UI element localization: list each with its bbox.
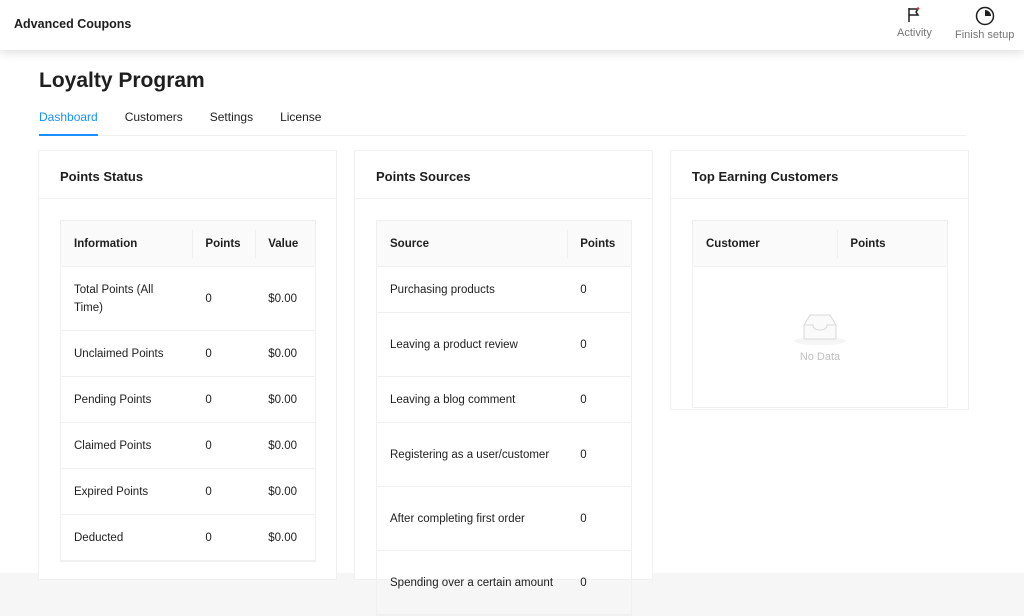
table-cell: 0 [580,338,587,351]
table-row: Expired Points 0 $0.00 [61,469,315,515]
empty-text: No Data [799,351,841,363]
top-customers-table: Customer Points No Data [692,220,948,408]
table-cell: 0 [580,393,587,406]
column-header: Source [390,237,429,250]
table-row: Leaving a blog comment 0 [377,377,631,423]
main-content: Loyalty Program Dashboard Customers Sett… [0,50,1024,616]
table-row: After completing first order 0 [377,487,631,551]
column-header: Value [255,229,315,258]
table-cell: $0.00 [268,292,297,305]
table-row: Deducted 0 $0.00 [61,515,315,561]
table-cell: 0 [580,512,587,525]
table-cell: Total Points (All Time) [74,283,154,314]
table-row: Pending Points 0 $0.00 [61,377,315,423]
table-cell: 0 [580,576,587,589]
table-row: Total Points (All Time) 0 $0.00 [61,267,315,331]
table-row: Leaving a product review 0 [377,313,631,377]
card-title: Top Earning Customers [671,151,968,199]
table-cell: Pending Points [74,393,152,406]
table-cell: $0.00 [268,347,297,360]
table-cell: Leaving a product review [390,338,518,351]
table-cell: 0 [205,347,212,360]
empty-inbox-icon [794,314,846,345]
table-row: Claimed Points 0 $0.00 [61,423,315,469]
table-cell: Purchasing products [390,283,495,296]
activity-label: Activity [897,27,932,39]
points-status-table: Information Points Value Total Points (A… [60,220,316,562]
table-cell: 0 [205,439,212,452]
tab-settings[interactable]: Settings [210,108,253,136]
top-bar: Advanced Coupons Activity Finish setup [0,0,1024,50]
top-customers-card: Top Earning Customers Customer Points No… [670,150,969,410]
finish-setup-button[interactable]: Finish setup [955,6,1014,41]
table-cell: 0 [205,531,212,544]
tab-license[interactable]: License [280,108,321,136]
activity-button[interactable]: Activity [897,6,932,39]
flag-icon [908,7,920,22]
table-cell: 0 [580,283,587,296]
table-row: Unclaimed Points 0 $0.00 [61,331,315,377]
table-cell: Spending over a certain amount [390,576,554,589]
points-sources-table: Source Points Purchasing products 0 Leavin… [376,220,632,616]
points-status-card: Points Status Information Points Value T… [38,150,337,580]
column-header: Customer [706,237,760,250]
table-row: Spending over a certain amount 0 [377,551,631,615]
table-cell: 0 [205,485,212,498]
column-header: Points [192,229,255,258]
column-header: Points [837,229,947,258]
tab-dashboard[interactable]: Dashboard [39,108,98,136]
table-cell: $0.00 [268,393,297,406]
table-header: Customer Points [693,221,947,267]
card-title: Points Sources [355,151,652,199]
table-cell: Deducted [74,531,124,544]
card-title: Points Status [39,151,336,199]
table-header: Source Points [377,221,631,267]
column-header: Information [74,237,138,250]
table-cell: Registering as a user/customer [390,448,550,461]
table-cell: $0.00 [268,531,297,544]
table-cell: Expired Points [74,485,149,498]
table-header: Information Points Value [61,221,315,267]
table-cell: 0 [580,448,587,461]
points-sources-card: Points Sources Source Points Purchasing … [354,150,653,616]
table-cell: 0 [205,393,212,406]
progress-circle-icon [975,6,994,26]
table-cell: $0.00 [268,485,297,498]
table-cell: After completing first order [390,512,525,525]
brand-title: Advanced Coupons [14,17,132,31]
tab-customers[interactable]: Customers [125,108,183,136]
table-cell: Claimed Points [74,439,152,452]
page-title: Loyalty Program [39,69,205,92]
table-cell: 0 [205,292,212,305]
table-cell: $0.00 [268,439,297,452]
table-row: Registering as a user/customer 0 [377,423,631,487]
column-header: Points [567,229,631,258]
empty-state: No Data [693,267,947,407]
table-cell: Leaving a blog comment [390,393,516,406]
table-cell: Unclaimed Points [74,347,164,360]
table-row: Purchasing products 0 [377,267,631,313]
tab-bar: Dashboard Customers Settings License [39,108,967,136]
finish-setup-label: Finish setup [955,29,1015,41]
